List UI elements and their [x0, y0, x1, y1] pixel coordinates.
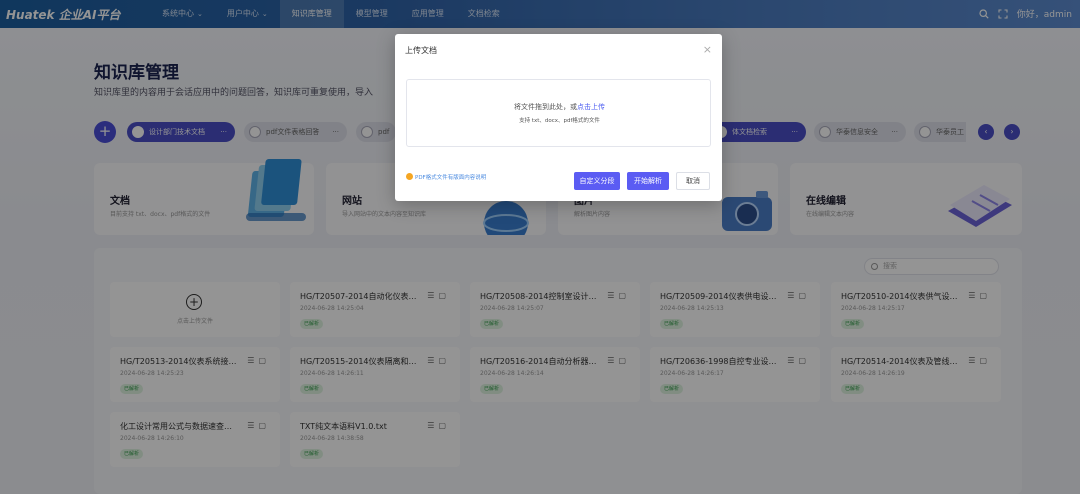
dialog-title: 上传文档	[405, 46, 437, 55]
click-upload-link[interactable]: 点击上传	[577, 103, 605, 111]
hint-text: PDF格式文件有版面内容说明	[415, 175, 487, 181]
file-dropzone[interactable]: 将文件拖到此处，或点击上传 支持 txt、docx、pdf格式的文件	[406, 79, 711, 147]
close-icon[interactable]: ×	[703, 43, 712, 56]
dropzone-instruction: 将文件拖到此处，或点击上传	[407, 102, 712, 112]
cancel-button[interactable]: 取消	[676, 172, 710, 190]
drop-text: 将文件拖到此处，或	[514, 103, 577, 111]
info-icon	[406, 173, 413, 180]
upload-document-dialog: 上传文档 × 将文件拖到此处，或点击上传 支持 txt、docx、pdf格式的文…	[395, 34, 722, 201]
dropzone-support-text: 支持 txt、docx、pdf格式的文件	[519, 118, 600, 124]
custom-split-button[interactable]: 自定义分段	[574, 172, 620, 190]
pdf-format-hint[interactable]: PDF格式文件有版面内容说明	[406, 173, 486, 181]
start-parse-button[interactable]: 开始解析	[627, 172, 669, 190]
